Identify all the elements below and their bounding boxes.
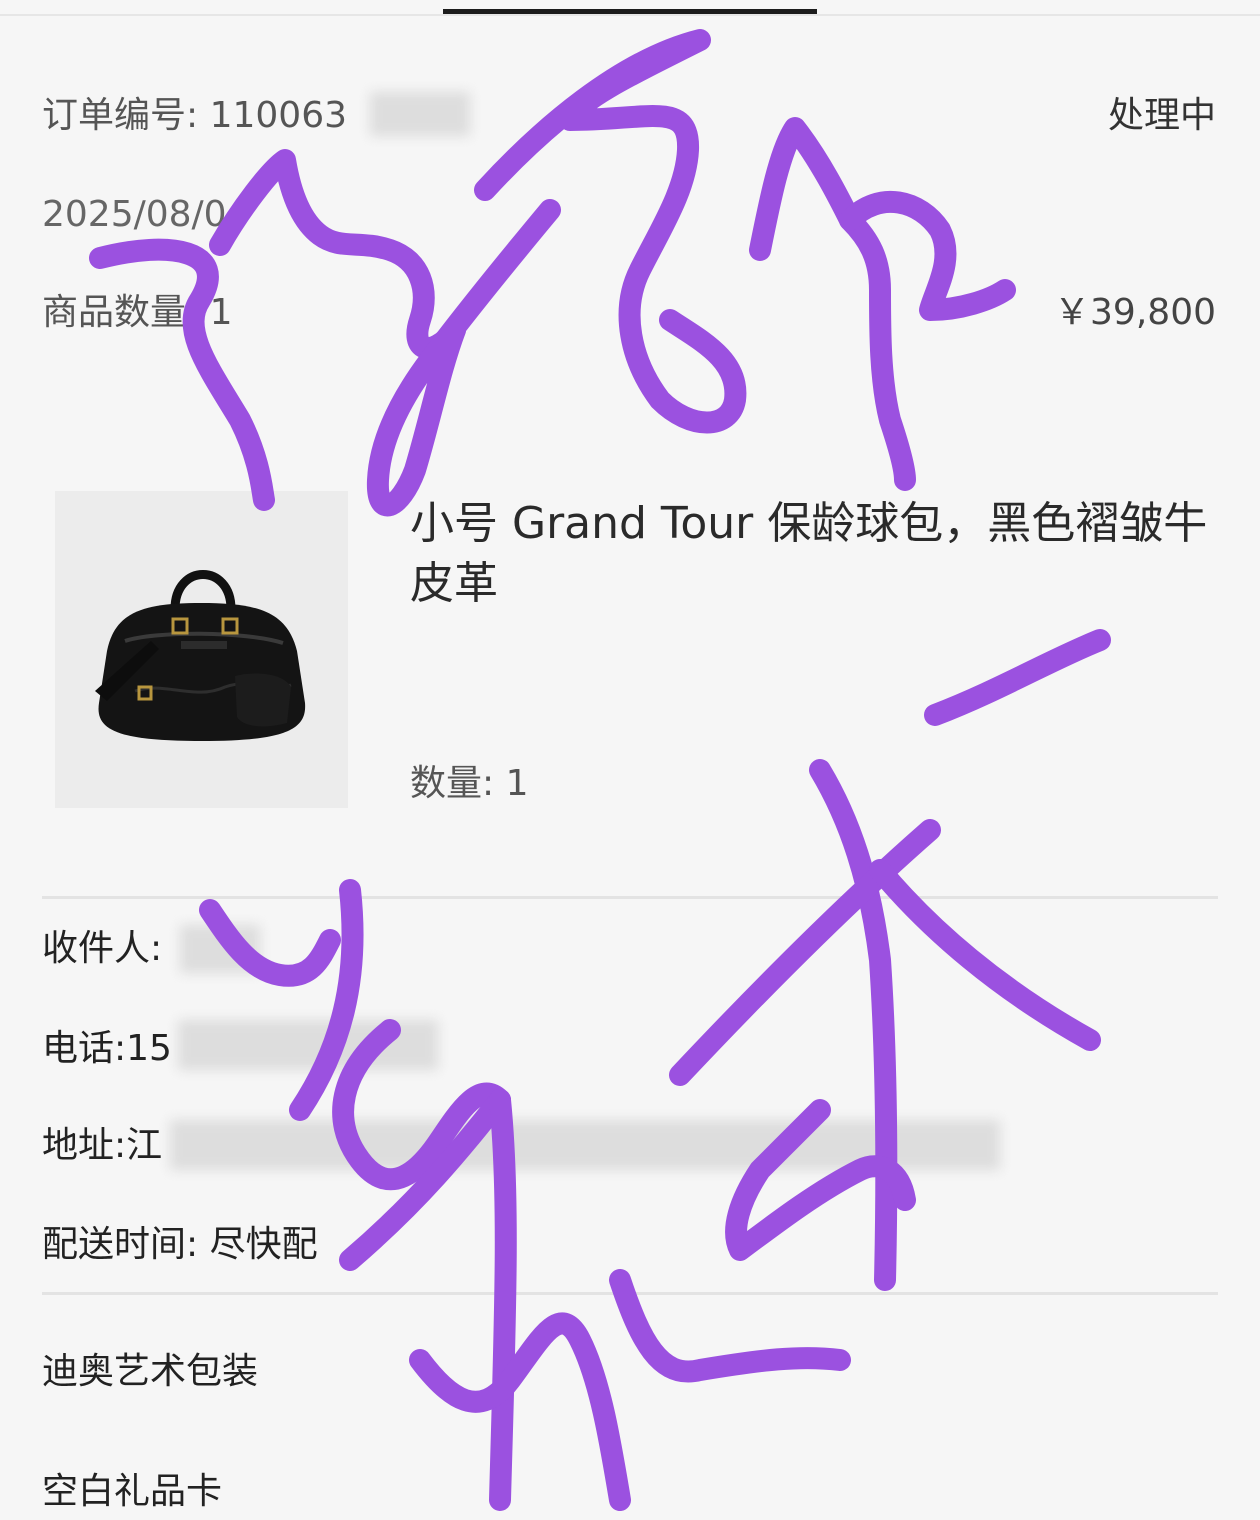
total-price: ￥39,800	[1054, 292, 1216, 333]
item-count: 商品数量: 1	[42, 292, 233, 333]
redaction-blur	[370, 92, 470, 136]
order-number: 订单编号: 110063	[42, 95, 347, 136]
recipient-label: 收件人:	[42, 928, 163, 969]
order-status: 处理中	[1107, 95, 1216, 136]
order-detail-page: 订单编号: 110063 处理中 2025/08/0 商品数量: 1 ￥39,8…	[0, 0, 1260, 1520]
redaction-blur	[170, 1120, 1000, 1170]
active-tab-indicator	[443, 9, 817, 14]
order-date: 2025/08/0	[42, 194, 227, 235]
delivery-time-label: 配送时间: 尽快配	[42, 1224, 318, 1265]
redaction-blur	[180, 925, 260, 973]
gift-wrap-option[interactable]: 迪奥艺术包装	[42, 1350, 258, 1394]
redaction-blur	[178, 1020, 438, 1070]
product-image[interactable]	[55, 491, 348, 808]
phone-label: 电话:15	[42, 1028, 172, 1069]
top-border	[0, 14, 1260, 16]
product-quantity: 数量: 1	[410, 763, 529, 804]
handbag-icon	[95, 570, 306, 741]
address-label: 地址:江	[42, 1125, 163, 1166]
section-divider	[42, 896, 1218, 899]
section-divider	[42, 1292, 1218, 1295]
gift-card-option[interactable]: 空白礼品卡	[42, 1470, 222, 1514]
product-name[interactable]: 小号 Grand Tour 保龄球包，黑色褶皱牛皮革	[410, 494, 1210, 614]
